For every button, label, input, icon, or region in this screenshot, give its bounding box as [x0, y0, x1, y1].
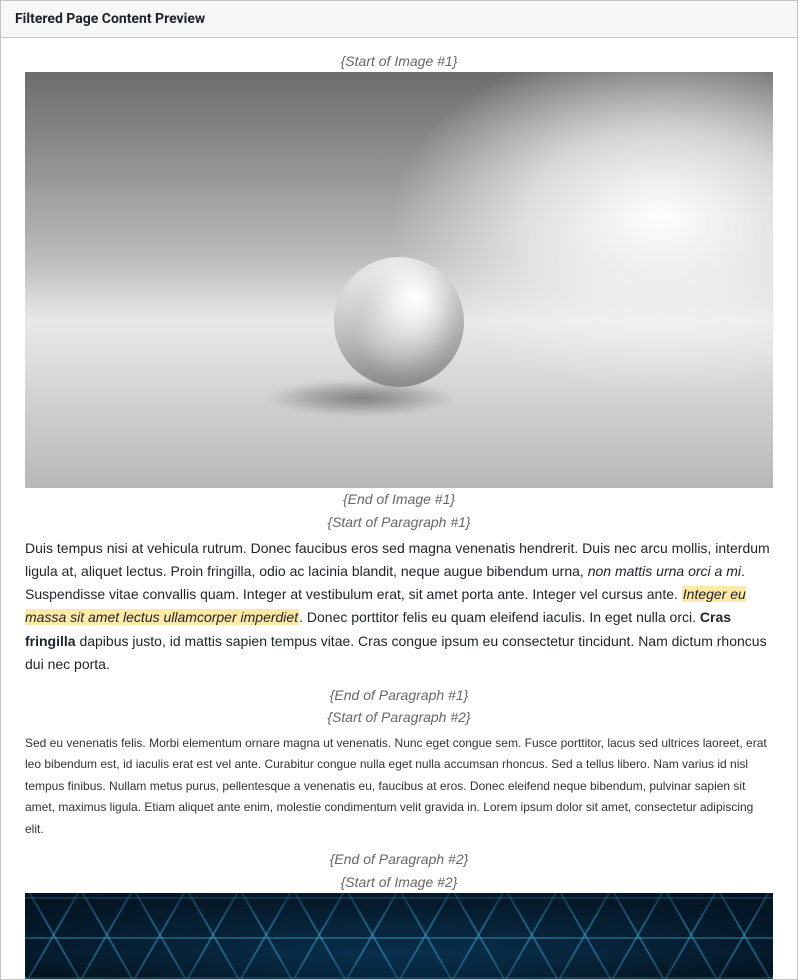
p1-text-c: . Donec porttitor felis eu quam eleifend…: [299, 609, 700, 625]
p1-italic-a: non mattis urna orci a mi: [588, 563, 741, 579]
panel-header: Filtered Page Content Preview: [1, 1, 797, 38]
marker-image-1-end: {End of Image #1}: [25, 488, 773, 510]
preview-image-1: [25, 72, 773, 488]
sphere-render-image: [25, 72, 773, 488]
marker-image-1-start: {Start of Image #1}: [25, 50, 773, 72]
marker-paragraph-2-start: {Start of Paragraph #2}: [25, 706, 773, 728]
p1-text-d: dapibus justo, id mattis sapien tempus v…: [25, 633, 767, 672]
sphere-shadow: [266, 380, 456, 416]
marker-paragraph-2-end: {End of Paragraph #2}: [25, 848, 773, 870]
panel-title: Filtered Page Content Preview: [15, 11, 783, 27]
marker-image-2-start: {Start of Image #2}: [25, 871, 773, 893]
preview-image-2: [25, 893, 773, 979]
panel-body: {Start of Image #1} {End of Image #1} {S…: [1, 38, 797, 979]
marker-paragraph-1-start: {Start of Paragraph #1}: [25, 511, 773, 533]
sphere-object: [334, 257, 464, 387]
marker-paragraph-1-end: {End of Paragraph #1}: [25, 684, 773, 706]
preview-paragraph-1: Duis tempus nisi at vehicula rutrum. Don…: [25, 537, 773, 676]
hexagon-render-image: [25, 893, 773, 979]
content-preview-panel: Filtered Page Content Preview {Start of …: [0, 0, 798, 980]
preview-paragraph-2: Sed eu venenatis felis. Morbi elementum …: [25, 733, 773, 841]
